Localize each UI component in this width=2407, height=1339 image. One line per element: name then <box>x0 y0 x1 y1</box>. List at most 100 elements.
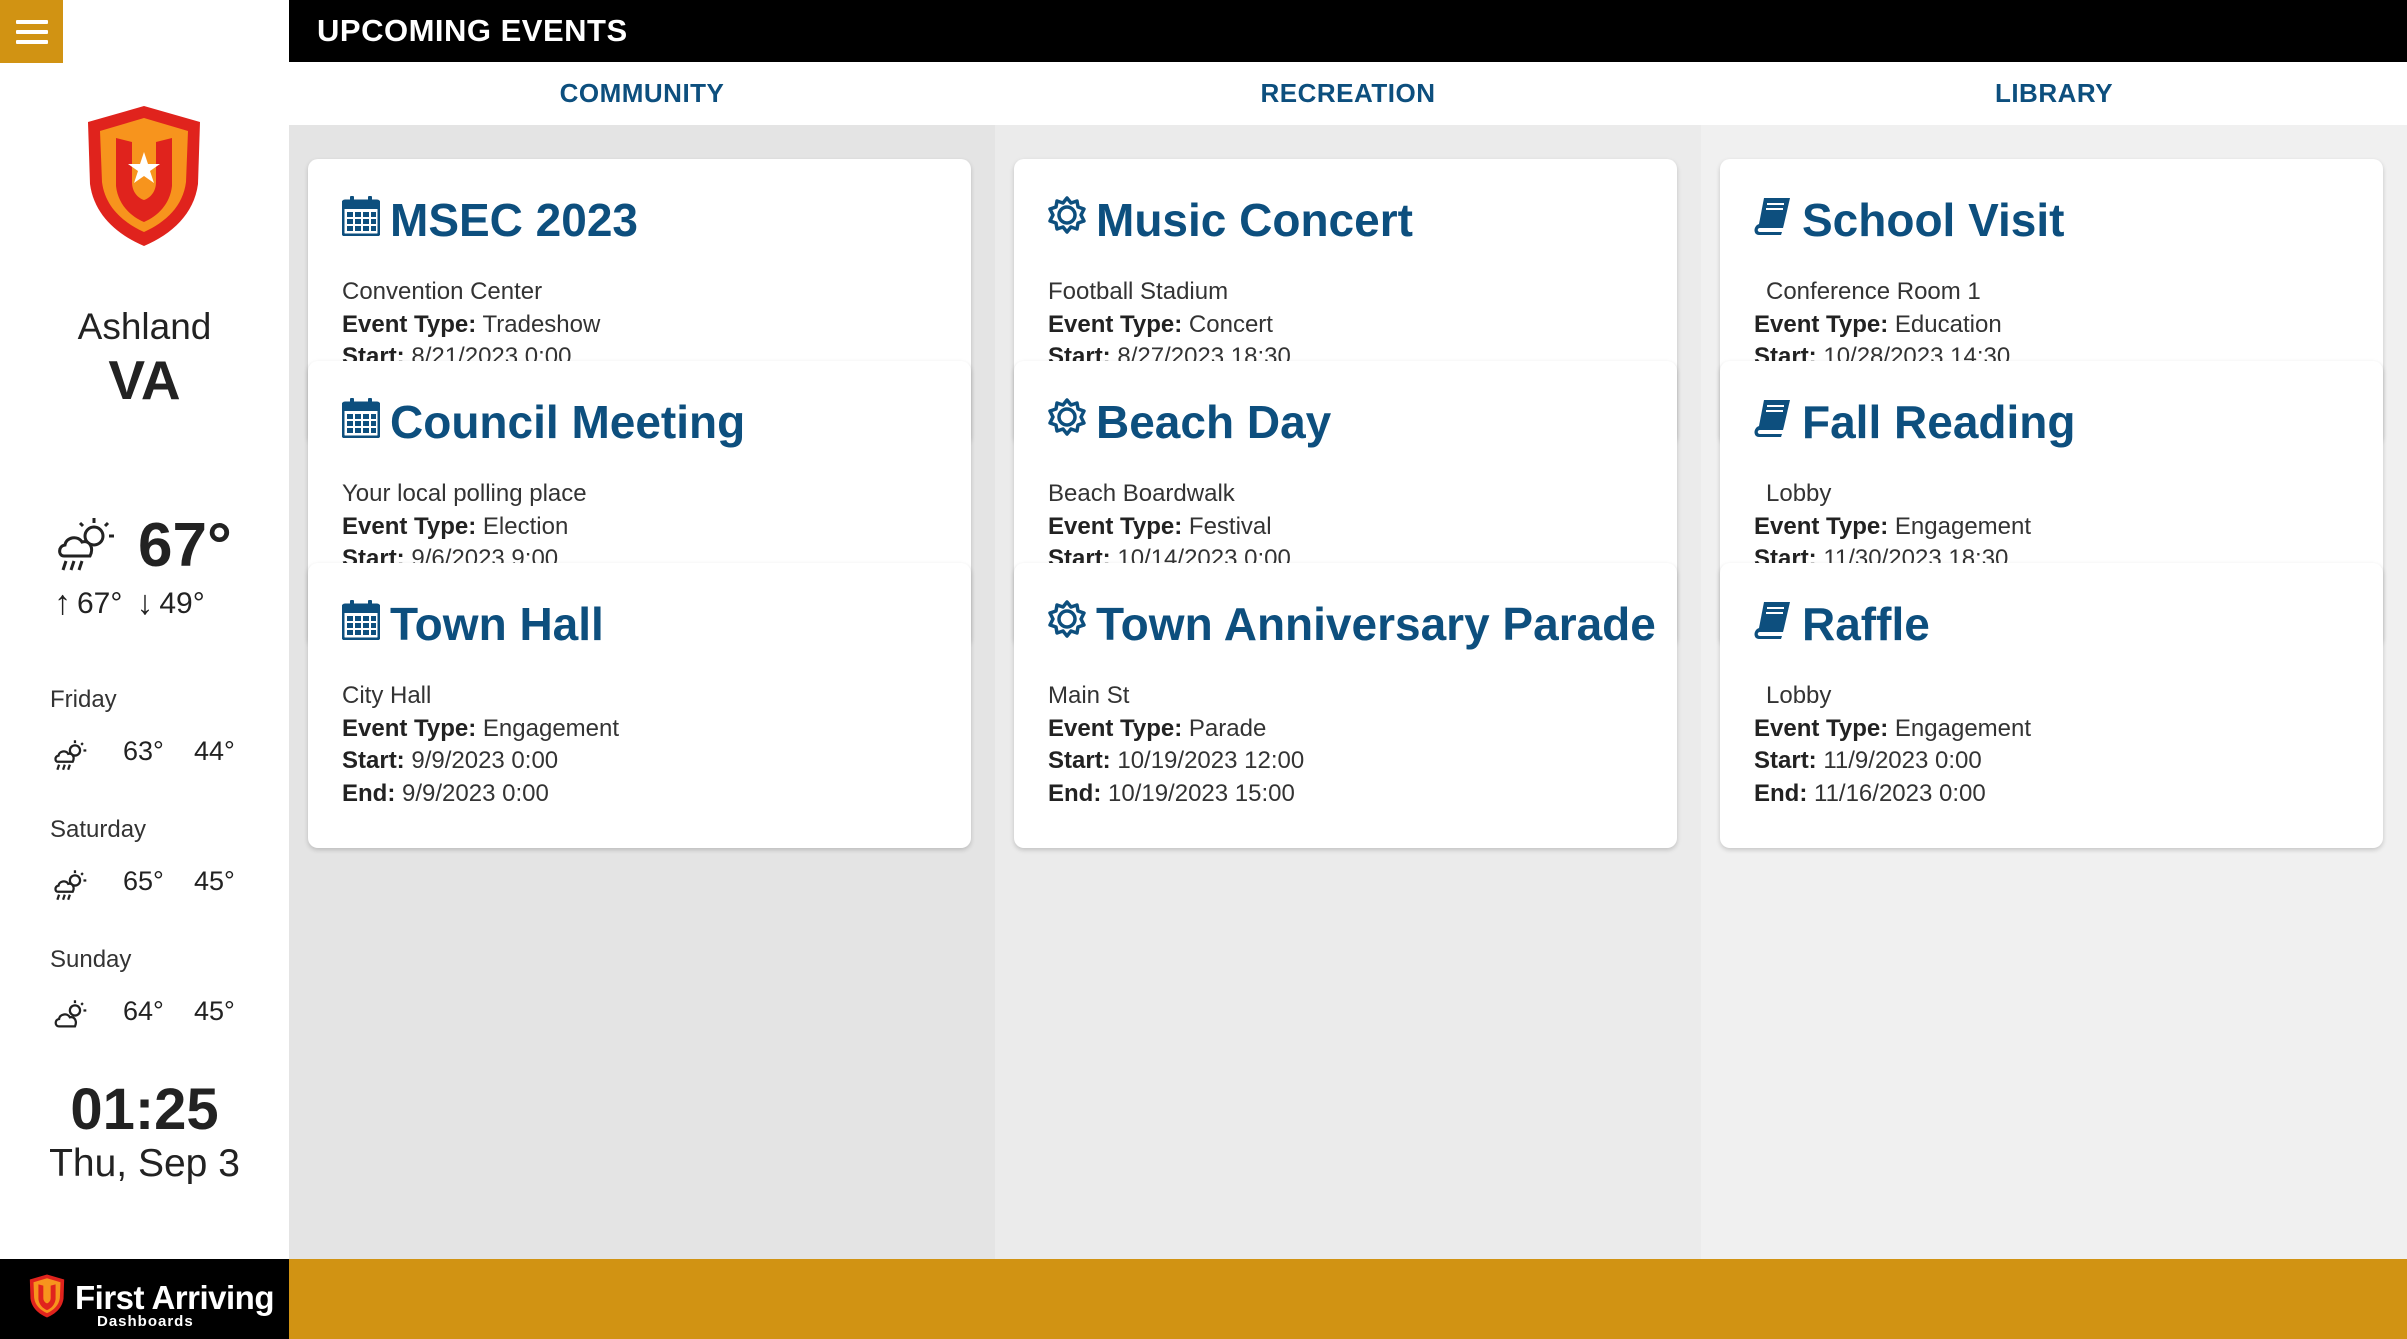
event-card[interactable]: Raffle Lobby Event Type: Engagement Star… <box>1720 563 2383 848</box>
event-end: 11/16/2023 0:00 <box>1814 779 1986 807</box>
book-icon <box>1754 196 1792 236</box>
event-location: Football Stadium <box>1048 278 1229 305</box>
event-type: Concert <box>1188 310 1273 338</box>
tab-library[interactable]: LIBRARY <box>1701 62 2407 125</box>
event-type-label: Event Type: <box>1754 714 1889 742</box>
event-type-row: Event Type: Festival <box>1048 511 1291 544</box>
event-type: Festival <box>1188 512 1272 540</box>
rain-sun-icon <box>54 740 87 771</box>
library-column: School Visit Conference Room 1 Event Typ… <box>1701 125 2407 1259</box>
event-location: Convention Center <box>342 278 543 305</box>
event-type-label: Event Type: <box>1754 512 1889 540</box>
clock-time: 01:25 <box>70 1077 219 1142</box>
page-title: UPCOMING EVENTS <box>317 13 628 48</box>
forecast-row: 63° 44° <box>52 734 262 774</box>
forecast-low: 45° <box>194 866 235 896</box>
arrow-down-icon: ↓ <box>136 584 154 622</box>
event-title: MSEC 2023 <box>390 194 639 246</box>
event-type-label: Event Type: <box>1048 714 1183 742</box>
event-title: Council Meeting <box>390 396 746 448</box>
event-type-label: Event Type: <box>1754 310 1889 338</box>
event-type-row: Event Type: Tradeshow <box>342 309 600 342</box>
event-start-label: Start: <box>1754 747 1817 774</box>
event-end-row: End: 9/9/2023 0:00 <box>342 778 619 811</box>
sun-icon <box>1048 600 1086 640</box>
event-details: Main St Event Type: Parade Start: 10/19/… <box>1048 680 1304 810</box>
event-end: 9/9/2023 0:00 <box>402 779 549 807</box>
event-start-row: Start: 10/19/2023 12:00 <box>1048 745 1304 778</box>
current-temp: 67° <box>138 511 232 580</box>
calendar-icon <box>341 196 381 237</box>
brand-logo: First Arriving Dashboards <box>0 1259 289 1339</box>
event-end-label: End: <box>342 779 396 807</box>
current-high: 67° <box>77 586 123 620</box>
event-type: Engagement <box>1894 714 2032 742</box>
forecast-row: 65° 45° <box>52 864 262 904</box>
event-title: Music Concert <box>1096 194 1413 246</box>
forecast-high: 64° <box>123 996 164 1026</box>
event-type-row: Event Type: Engagement <box>1754 713 2031 746</box>
current-hi-lo: ↑ 67° ↓ 49° <box>54 584 205 623</box>
event-location: Main St <box>1048 682 1130 709</box>
sidebar: Ashland VA 67° ↑ 67° ↓ 49° Friday 63° 44… <box>0 0 289 1259</box>
event-type: Tradeshow <box>482 310 601 338</box>
forecast-row: 64° 45° <box>52 994 262 1034</box>
event-type-label: Event Type: <box>342 714 477 742</box>
menu-icon[interactable] <box>0 0 63 63</box>
event-end: 10/19/2023 15:00 <box>1108 779 1295 807</box>
event-type-row: Event Type: Engagement <box>1754 511 2031 544</box>
event-location: Your local polling place <box>342 480 587 507</box>
event-title: Beach Day <box>1096 396 1332 448</box>
event-location: Lobby <box>1766 480 1832 507</box>
event-details: Lobby Event Type: Engagement Start: 11/9… <box>1754 680 2031 810</box>
tab-community[interactable]: COMMUNITY <box>289 62 995 125</box>
event-location: City Hall <box>342 682 432 709</box>
sun-icon <box>1048 398 1086 438</box>
partly-cloudy-icon <box>54 1000 87 1028</box>
shield-logo-icon <box>88 106 200 246</box>
event-start-row: Start: 9/9/2023 0:00 <box>342 745 619 778</box>
forecast-high: 63° <box>123 736 164 766</box>
calendar-icon <box>341 398 381 439</box>
event-type-label: Event Type: <box>342 310 477 338</box>
event-start-label: Start: <box>1048 747 1111 774</box>
book-icon <box>1754 398 1792 438</box>
event-card[interactable]: Town Hall City Hall Event Type: Engageme… <box>308 563 971 848</box>
event-title: Raffle <box>1802 598 1930 650</box>
event-start: 11/9/2023 0:00 <box>1823 747 1982 774</box>
event-title: Town Hall <box>390 598 604 650</box>
forecast-day: Saturday <box>50 816 147 843</box>
brand-subtitle: Dashboards <box>97 1313 194 1330</box>
event-type: Education <box>1894 310 2002 338</box>
arrow-up-icon: ↑ <box>54 584 71 622</box>
event-end-label: End: <box>1754 779 1808 807</box>
event-end-row: End: 11/16/2023 0:00 <box>1754 778 2031 811</box>
event-title: Town Anniversary Parade <box>1096 598 1656 650</box>
recreation-column: Music Concert Football Stadium Event Typ… <box>995 125 1701 1259</box>
forecast-high: 65° <box>123 866 164 896</box>
event-location: Lobby <box>1766 682 1832 709</box>
event-title: Fall Reading <box>1802 396 2076 448</box>
event-card[interactable]: Town Anniversary Parade Main St Event Ty… <box>1014 563 1677 848</box>
current-weather: 67° <box>54 510 254 580</box>
community-column: MSEC 2023 Convention Center Event Type: … <box>289 125 995 1259</box>
event-title: School Visit <box>1802 194 2065 246</box>
event-end-row: End: 10/19/2023 15:00 <box>1048 778 1304 811</box>
event-type: Engagement <box>1894 512 2032 540</box>
event-type-row: Event Type: Election <box>342 511 587 544</box>
event-start: 10/19/2023 12:00 <box>1117 747 1305 774</box>
event-location: Conference Room 1 <box>1766 278 1981 305</box>
footer-bar <box>289 1259 2407 1339</box>
rain-sun-icon <box>54 870 87 901</box>
forecast-day: Friday <box>50 686 117 713</box>
city-name: Ashland <box>77 306 212 347</box>
forecast-day: Sunday <box>50 946 132 973</box>
rain-sun-icon <box>58 518 114 571</box>
event-start: 9/9/2023 0:00 <box>411 747 559 774</box>
tab-recreation[interactable]: RECREATION <box>995 62 1701 125</box>
event-type: Election <box>482 512 569 540</box>
event-start-row: Start: 11/9/2023 0:00 <box>1754 745 2031 778</box>
event-type-row: Event Type: Concert <box>1048 309 1291 342</box>
event-location: Beach Boardwalk <box>1048 480 1235 507</box>
state-name: VA <box>108 349 181 411</box>
